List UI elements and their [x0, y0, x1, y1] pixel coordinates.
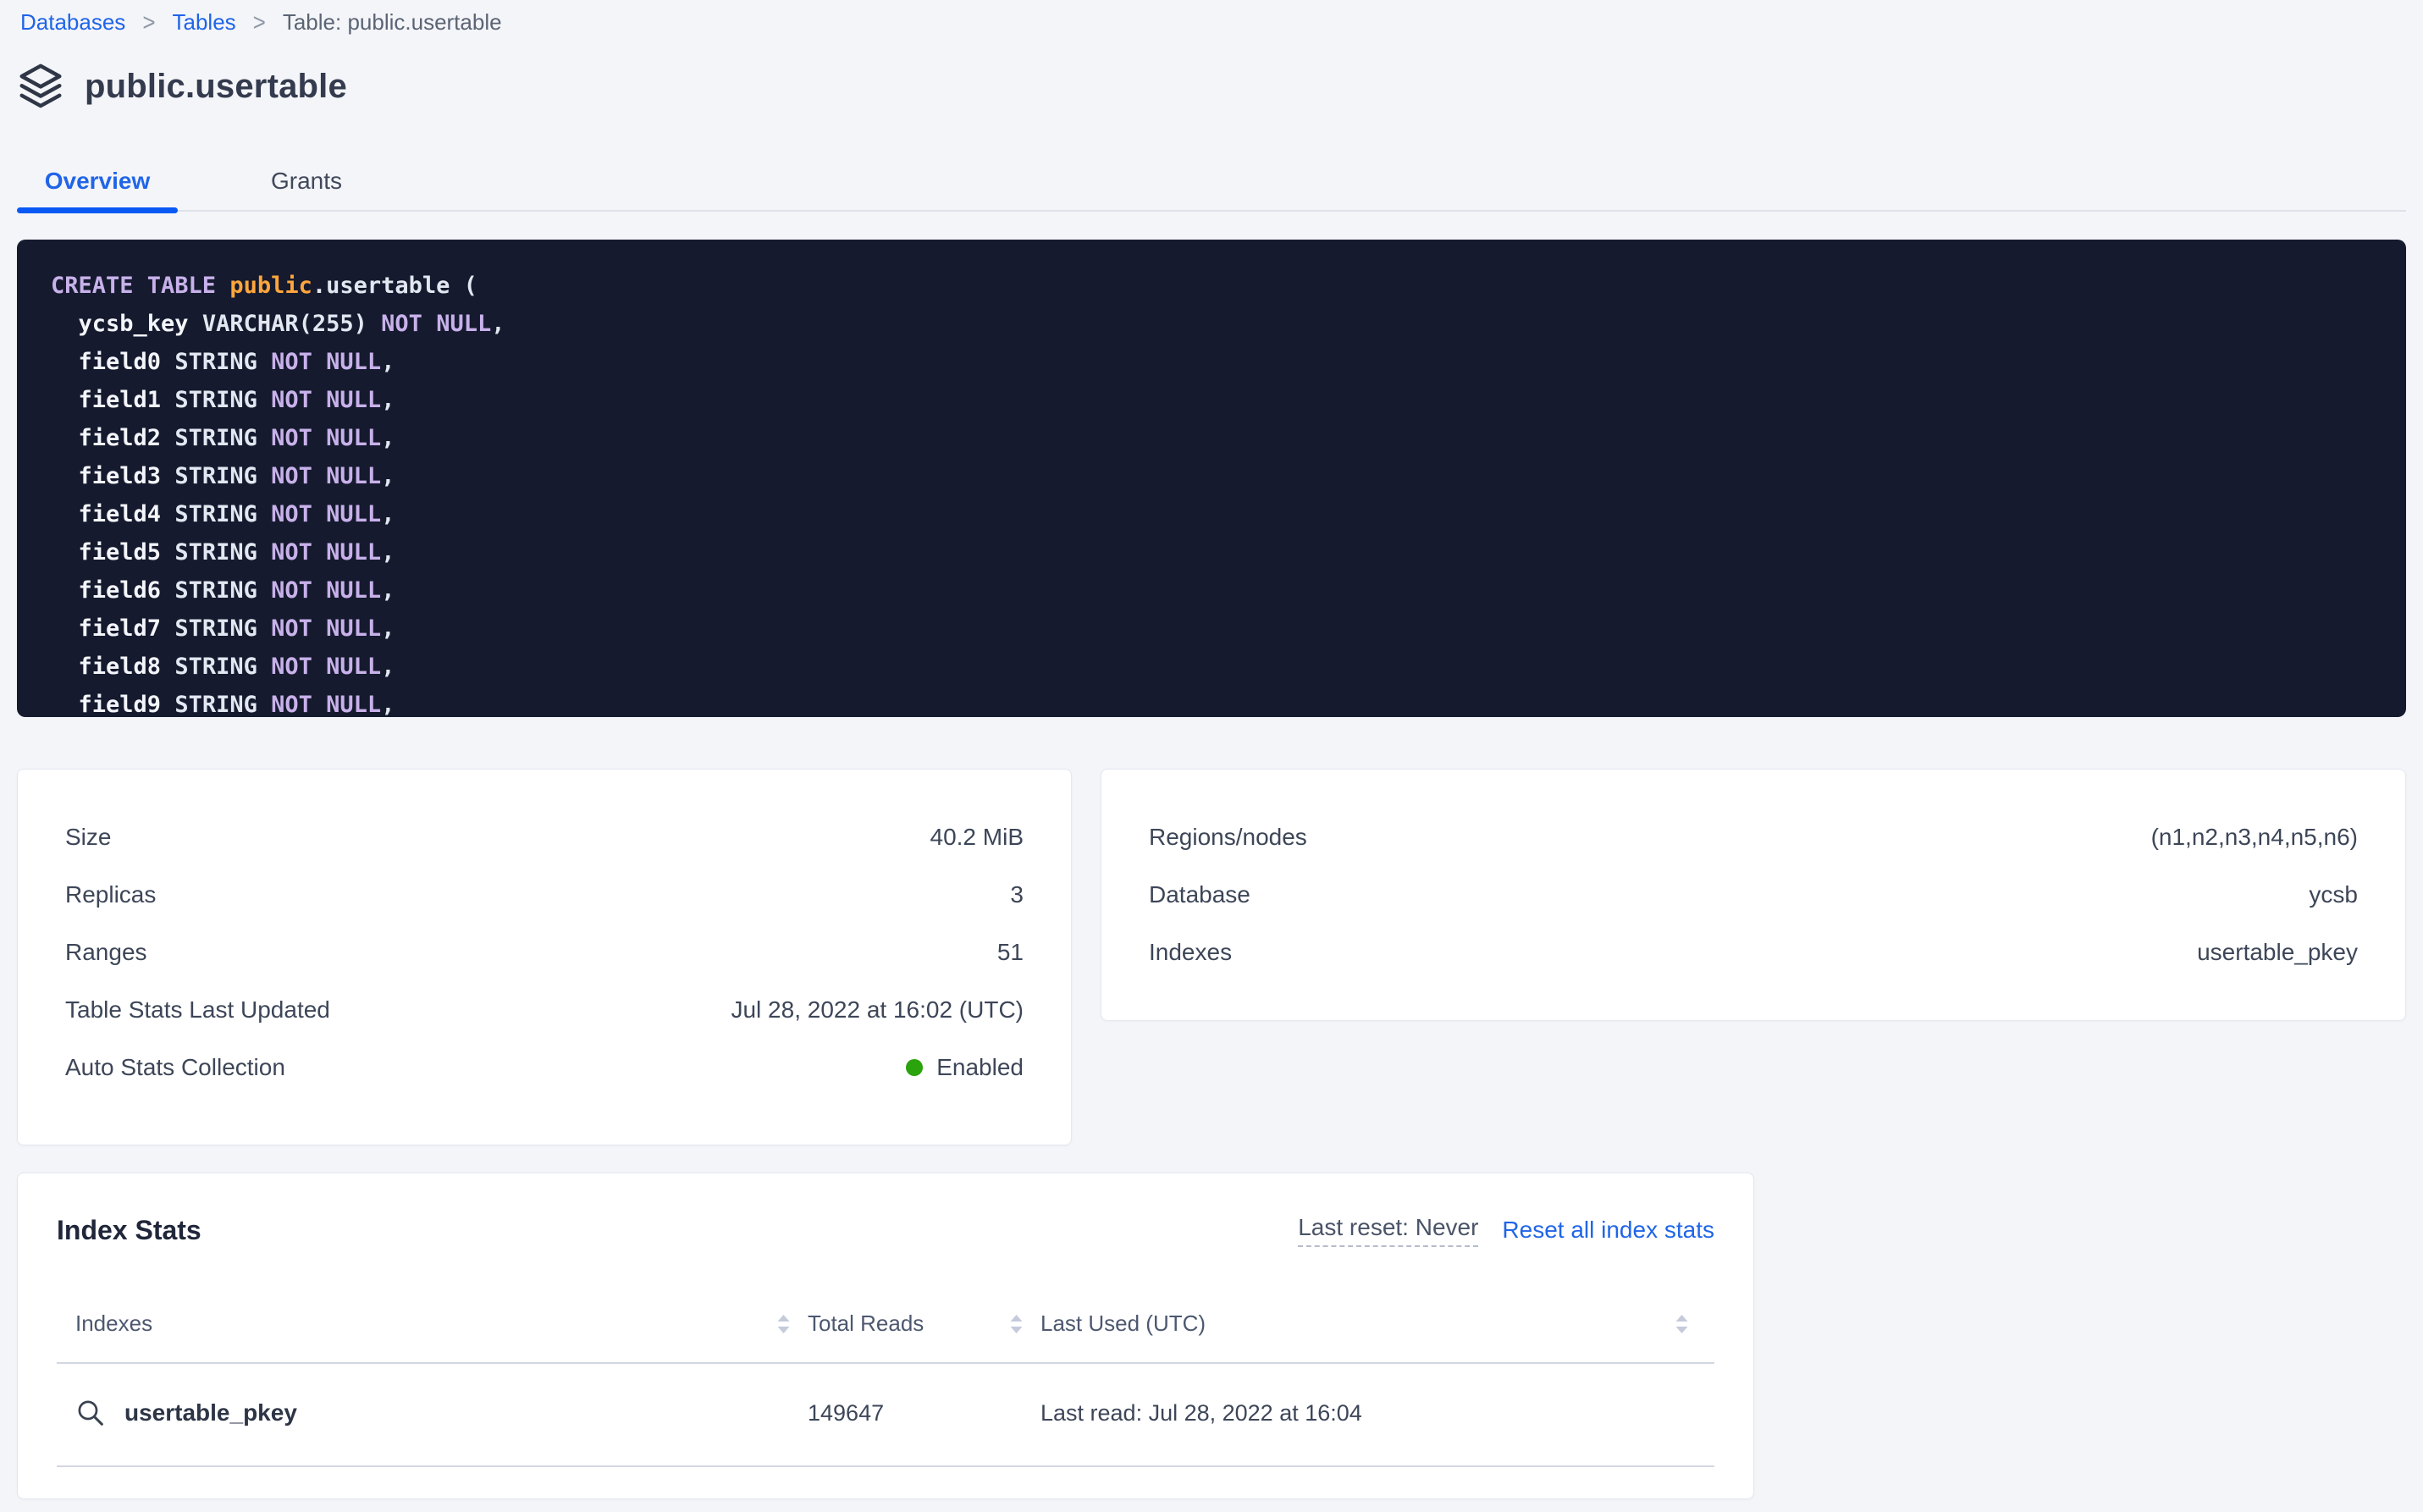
stat-value: Jul 28, 2022 at 16:02 (UTC): [731, 996, 1024, 1024]
tab-grants-label: Grants: [271, 168, 342, 194]
index-total-reads: 149647: [808, 1400, 1024, 1426]
magnifier-icon: [75, 1398, 106, 1428]
column-label: Total Reads: [808, 1311, 924, 1337]
page-title: public.usertable: [85, 68, 347, 106]
tab-bar: Overview Grants: [17, 159, 2406, 212]
breadcrumb-link-tables[interactable]: Tables: [173, 9, 236, 36]
stat-label: Indexes: [1149, 939, 1232, 966]
tab-overview[interactable]: Overview: [17, 159, 178, 210]
breadcrumb: Databases > Tables > Table: public.usert…: [20, 5, 502, 39]
chevron-right-icon: >: [253, 8, 266, 36]
stat-value: usertable_pkey: [2197, 939, 2358, 966]
stat-row: Ranges 51: [65, 924, 1024, 981]
index-name-cell: usertable_pkey: [75, 1398, 791, 1428]
stat-label: Regions/nodes: [1149, 824, 1307, 851]
stat-row: Size 40.2 MiB: [65, 808, 1024, 866]
table-stack-icon: [19, 63, 63, 110]
index-table-header: Indexes Total Reads Last Used (UTC): [57, 1292, 1714, 1364]
stat-label: Database: [1149, 881, 1250, 908]
index-stats-header: Index Stats Last reset: Never Reset all …: [57, 1209, 1714, 1251]
index-table-body: usertable_pkey 149647 Last read: Jul 28,…: [57, 1364, 1714, 1467]
chevron-right-icon: >: [142, 8, 155, 36]
column-label: Indexes: [75, 1311, 152, 1337]
status-dot: [906, 1059, 923, 1076]
index-name[interactable]: usertable_pkey: [124, 1399, 297, 1426]
index-table-row[interactable]: usertable_pkey 149647 Last read: Jul 28,…: [57, 1364, 1714, 1467]
stat-row: Auto Stats Collection Enabled: [65, 1039, 1024, 1096]
stat-value: 40.2 MiB: [930, 824, 1024, 851]
reset-all-index-stats-link[interactable]: Reset all index stats: [1502, 1217, 1714, 1244]
column-header-total-reads[interactable]: Total Reads: [808, 1311, 1024, 1337]
sort-arrows-icon[interactable]: [1675, 1312, 1689, 1336]
create-table-statement-box: CREATE TABLE public.usertable ( ycsb_key…: [17, 240, 2406, 717]
stat-label: Replicas: [65, 881, 156, 908]
stat-row: Table Stats Last Updated Jul 28, 2022 at…: [65, 981, 1024, 1039]
page-header: public.usertable: [19, 63, 347, 110]
stat-label: Table Stats Last Updated: [65, 996, 330, 1024]
column-header-indexes[interactable]: Indexes: [75, 1311, 791, 1337]
stat-row: Indexes usertable_pkey: [1149, 924, 2358, 981]
stat-row: Database ycsb: [1149, 866, 2358, 924]
stat-value: 3: [1010, 881, 1024, 908]
index-stats-title: Index Stats: [57, 1215, 201, 1246]
stat-label: Auto Stats Collection: [65, 1054, 285, 1081]
table-stats-card-rows: Size 40.2 MiB Replicas 3 Ranges 51 Table…: [65, 808, 1024, 1096]
last-reset-tooltip-trigger[interactable]: Last reset: Never: [1298, 1214, 1478, 1247]
index-stats-actions: Last reset: Never Reset all index stats: [1298, 1214, 1714, 1247]
stat-label: Size: [65, 824, 111, 851]
stat-label: Ranges: [65, 939, 147, 966]
table-details-page: Databases > Tables > Table: public.usert…: [0, 0, 2423, 1512]
sort-arrows-icon[interactable]: [1009, 1312, 1024, 1336]
index-last-used: Last read: Jul 28, 2022 at 16:04: [1040, 1400, 1689, 1426]
table-stats-card: Size 40.2 MiB Replicas 3 Ranges 51 Table…: [17, 769, 1072, 1145]
sort-arrows-icon[interactable]: [776, 1312, 791, 1336]
stat-value: 51: [997, 939, 1024, 966]
stat-row: Regions/nodes (n1,n2,n3,n4,n5,n6): [1149, 808, 2358, 866]
tab-overview-label: Overview: [45, 168, 151, 194]
column-label: Last Used (UTC): [1040, 1311, 1206, 1337]
stat-row: Replicas 3: [65, 866, 1024, 924]
tab-grants[interactable]: Grants: [222, 159, 391, 210]
index-stats-card: Index Stats Last reset: Never Reset all …: [17, 1173, 1754, 1499]
breadcrumb-current: Table: public.usertable: [283, 9, 502, 36]
stat-value: Enabled: [906, 1054, 1024, 1081]
sql-code: CREATE TABLE public.usertable ( ycsb_key…: [51, 267, 2406, 717]
table-meta-card-rows: Regions/nodes (n1,n2,n3,n4,n5,n6) Databa…: [1149, 808, 2358, 981]
stat-value: (n1,n2,n3,n4,n5,n6): [2151, 824, 2358, 851]
stat-value: ycsb: [2309, 881, 2358, 908]
breadcrumb-link-databases[interactable]: Databases: [20, 9, 125, 36]
column-header-last-used[interactable]: Last Used (UTC): [1040, 1311, 1689, 1337]
table-meta-card: Regions/nodes (n1,n2,n3,n4,n5,n6) Databa…: [1101, 769, 2406, 1021]
